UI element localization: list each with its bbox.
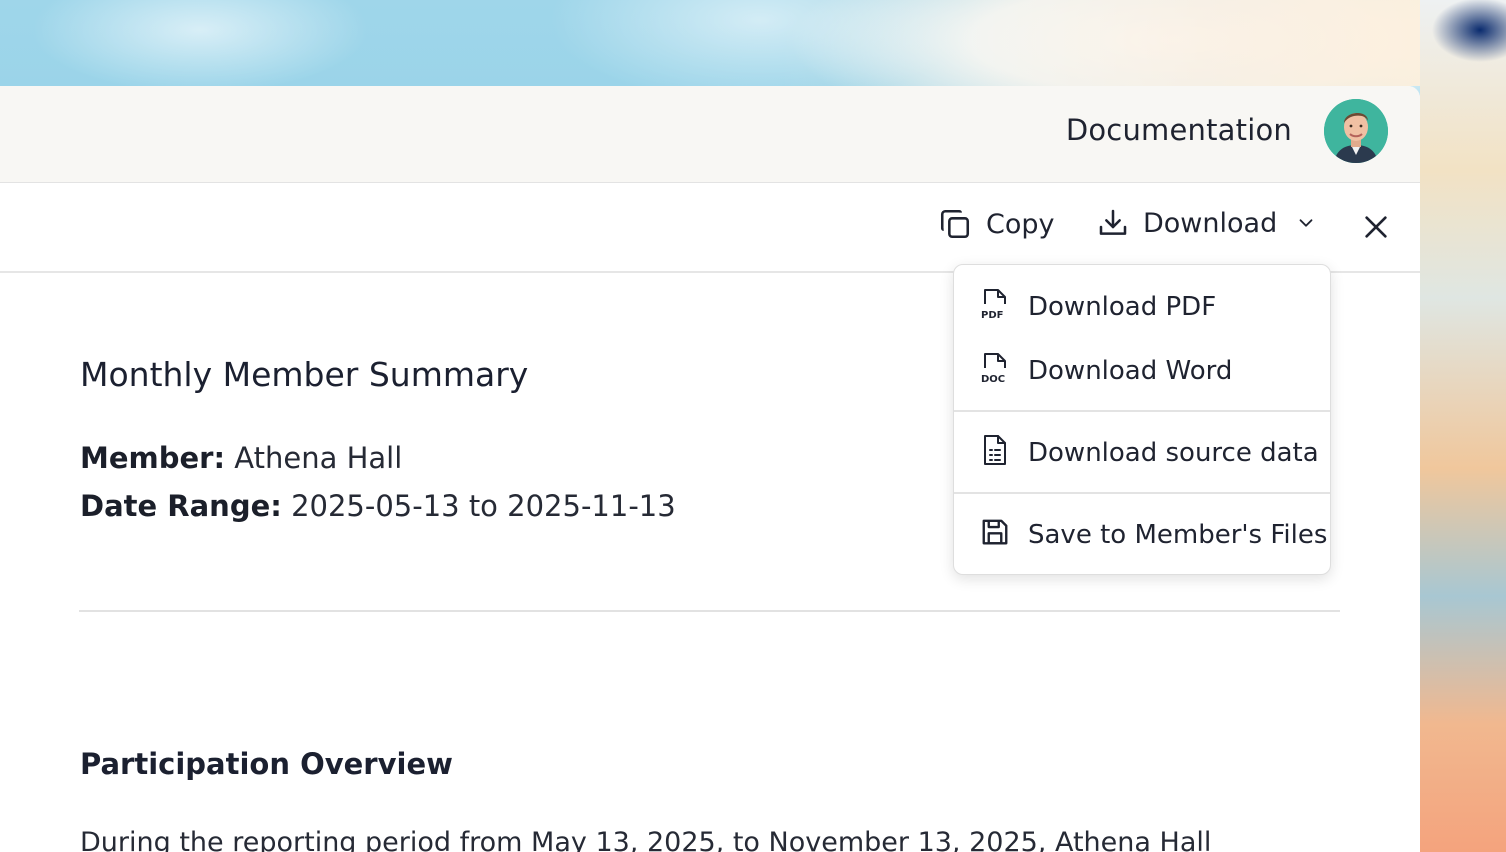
copy-icon	[938, 207, 972, 241]
background-wallpaper-top	[0, 0, 1420, 86]
date-range-key: Date Range:	[80, 489, 282, 523]
menu-divider	[954, 492, 1330, 494]
date-range-line: Date Range: 2025-05-13 to 2025-11-13	[80, 489, 676, 523]
download-dropdown-button[interactable]: Download	[1097, 207, 1317, 239]
file-doc-icon: DOC	[980, 351, 1010, 392]
menu-item-save-to-member-files[interactable]: Save to Member's Files	[954, 507, 1330, 563]
member-line: Member: Athena Hall	[80, 441, 402, 475]
documentation-link[interactable]: Documentation	[1066, 113, 1292, 147]
download-icon	[1097, 207, 1129, 239]
menu-item-label: Download PDF	[1028, 292, 1217, 322]
menu-item-download-source-data[interactable]: Download source data	[954, 425, 1330, 481]
document-toolbar: Copy Download	[0, 183, 1420, 273]
page-title: Monthly Member Summary	[80, 355, 529, 394]
close-icon	[1360, 216, 1392, 247]
menu-divider	[954, 410, 1330, 412]
close-button[interactable]	[1360, 211, 1392, 247]
date-range-value: 2025-05-13 to 2025-11-13	[291, 489, 676, 523]
download-menu: PDF Download PDF DOC Download Word Downl…	[953, 264, 1331, 575]
app-header: Documentation	[0, 86, 1420, 183]
menu-item-download-pdf[interactable]: PDF Download PDF	[954, 279, 1330, 335]
member-value: Athena Hall	[234, 441, 403, 475]
chevron-down-icon	[1295, 212, 1317, 234]
menu-item-label: Download Word	[1028, 356, 1233, 386]
svg-text:PDF: PDF	[981, 310, 1003, 321]
menu-item-download-word[interactable]: DOC Download Word	[954, 343, 1330, 399]
floppy-disk-icon	[980, 517, 1010, 554]
copy-button[interactable]: Copy	[938, 207, 1055, 241]
file-spreadsheet-icon	[980, 433, 1010, 474]
menu-item-label: Save to Member's Files	[1028, 520, 1328, 550]
svg-text:DOC: DOC	[981, 374, 1005, 385]
avatar[interactable]	[1324, 99, 1388, 163]
section-divider	[79, 610, 1340, 612]
file-pdf-icon: PDF	[980, 287, 1010, 328]
menu-item-label: Download source data	[1028, 438, 1319, 468]
download-label: Download	[1143, 207, 1278, 239]
paragraph: During the reporting period from May 13,…	[80, 827, 1212, 852]
section-title: Participation Overview	[80, 747, 453, 781]
background-wallpaper-strip	[1420, 0, 1506, 852]
member-key: Member:	[80, 441, 226, 475]
copy-label: Copy	[986, 208, 1055, 240]
